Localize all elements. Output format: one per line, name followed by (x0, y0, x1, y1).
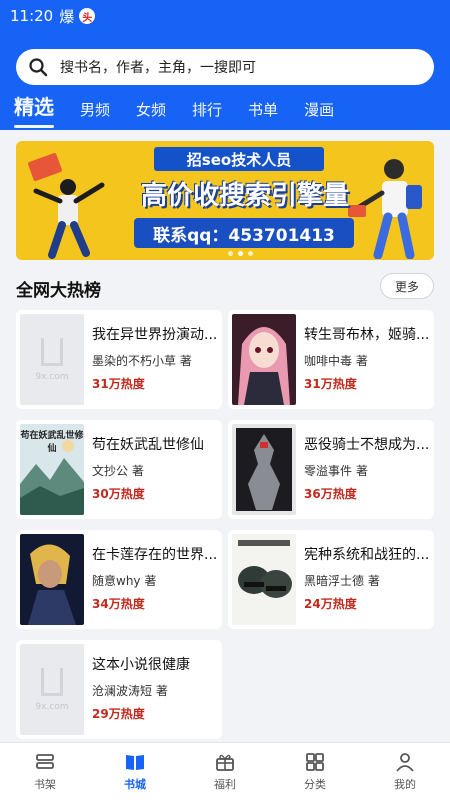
bottom-nav: 书架 书城 福利 分类 我的 (0, 742, 450, 800)
section-title: 全网大热榜 (16, 281, 101, 301)
book-heat: 36万热度 (304, 487, 357, 501)
cover-label: 9x.com (35, 701, 69, 712)
book-card[interactable]: 在卡莲存在的世界... 随意why 著 34万热度 (16, 530, 222, 629)
book-author: 文抄公 著 (92, 464, 144, 478)
nav-label: 书架 (34, 778, 56, 791)
book-title: 宪种系统和战狂的... (304, 547, 430, 563)
nav-welfare[interactable]: 福利 (180, 743, 270, 800)
book-heat: 24万热度 (304, 597, 357, 611)
cover-title: 苟在妖武乱世修仙 (20, 431, 84, 454)
grid-icon (306, 753, 324, 771)
banner-headline: 高价收搜索引擎量 (140, 181, 349, 211)
nav-label: 书城 (124, 778, 146, 791)
book-title: 我在异世界扮演动... (92, 327, 218, 343)
nav-category[interactable]: 分类 (270, 743, 360, 800)
book-heat: 31万热度 (304, 377, 357, 391)
book-author: 咖啡中毒 著 (304, 354, 368, 368)
header: 11:20 爆 头 搜书名，作者，主角，一搜即可 精选 男频 女频 排行 书单 … (0, 0, 450, 130)
book-heat: 31万热度 (92, 377, 145, 391)
notification-icon: 头 (79, 8, 96, 24)
banner-dot[interactable] (238, 251, 243, 256)
book-open-icon (126, 755, 144, 770)
nav-bookstore[interactable]: 书城 (90, 743, 180, 800)
tab-booklist[interactable]: 书单 (248, 99, 278, 124)
book-card[interactable]: 9x.com 这本小说很健康 沧澜波涛短 著 29万热度 (16, 640, 222, 739)
book-cover (232, 314, 296, 405)
book-heat: 34万热度 (92, 597, 145, 611)
placeholder-book-icon (41, 667, 63, 696)
book-cover (20, 534, 84, 625)
banner-dot[interactable] (248, 251, 253, 256)
book-title: 这本小说很健康 (92, 657, 190, 673)
search-input[interactable]: 搜书名，作者，主角，一搜即可 (60, 57, 256, 77)
book-cover: 9x.com (20, 644, 84, 735)
bookshelf-icon (36, 754, 54, 769)
banner-contact: 联系qq：453701413 (134, 218, 354, 248)
book-card[interactable]: 9x.com 我在异世界扮演动... 墨染的不朽小草 著 31万热度 (16, 310, 222, 409)
book-author: 墨染的不朽小草 著 (92, 354, 192, 368)
book-cover (232, 534, 296, 625)
book-title: 恶役骑士不想成为... (304, 437, 430, 453)
book-title: 在卡莲存在的世界... (92, 547, 218, 563)
book-cover (232, 424, 296, 515)
category-tabs: 精选 男频 女频 排行 书单 漫画 (14, 95, 360, 128)
tab-female[interactable]: 女频 (136, 99, 166, 124)
helmets-cover (232, 534, 296, 625)
person-icon (396, 753, 414, 772)
book-heat: 30万热度 (92, 487, 145, 501)
book-card[interactable]: 宪种系统和战狂的... 黑暗浮士德 著 24万热度 (228, 530, 434, 629)
book-title: 转生哥布林，姬骑... (304, 327, 430, 343)
search-icon (29, 58, 48, 77)
cover-label: 9x.com (35, 371, 69, 382)
dark-character-cover (20, 534, 84, 625)
search-bar[interactable]: 搜书名，作者，主角，一搜即可 (16, 49, 434, 85)
status-badge: 爆 (59, 7, 75, 26)
status-time: 11:20 (10, 7, 54, 25)
book-card[interactable]: 转生哥布林，姬骑... 咖啡中毒 著 31万热度 (228, 310, 434, 409)
hot-list-section: 全网大热榜 更多 9x.com 我在异世界扮演动... 墨染的不朽小草 著 31… (0, 264, 450, 742)
promo-banner[interactable]: 招seo技术人员 高价收搜索引擎量 联系qq：453701413 (16, 141, 434, 260)
book-title: 苟在妖武乱世修仙 (92, 437, 204, 453)
banner-pagination (228, 251, 253, 256)
book-cover: 苟在妖武乱世修仙 (20, 424, 84, 515)
book-card[interactable]: 恶役骑士不想成为... 零溢事件 著 36万热度 (228, 420, 434, 519)
banner-title: 招seo技术人员 (154, 147, 324, 171)
book-author: 黑暗浮士德 著 (304, 574, 380, 588)
book-cover: 9x.com (20, 314, 84, 405)
nav-label: 我的 (394, 778, 416, 791)
banner-runner-illustration (28, 153, 105, 259)
gift-icon (216, 754, 234, 771)
nav-bookshelf[interactable]: 书架 (0, 743, 90, 800)
anime-girl-cover (232, 314, 296, 405)
book-author: 零溢事件 著 (304, 464, 368, 478)
book-card[interactable]: 苟在妖武乱世修仙 苟在妖武乱世修仙 文抄公 著 30万热度 (16, 420, 222, 519)
nav-profile[interactable]: 我的 (360, 743, 450, 800)
placeholder-book-icon (41, 337, 63, 366)
tab-comics[interactable]: 漫画 (304, 99, 334, 124)
book-heat: 29万热度 (92, 707, 145, 721)
status-bar: 11:20 爆 头 (10, 6, 96, 26)
tab-featured[interactable]: 精选 (14, 91, 54, 128)
banner-dot[interactable] (228, 251, 233, 256)
book-author: 沧澜波涛短 著 (92, 684, 168, 698)
nav-label: 分类 (304, 778, 326, 791)
tab-male[interactable]: 男频 (80, 99, 110, 124)
nav-label: 福利 (214, 778, 236, 791)
mecha-cover (232, 424, 296, 515)
more-button[interactable]: 更多 (380, 273, 434, 299)
book-author: 随意why 著 (92, 574, 157, 588)
tab-ranking[interactable]: 排行 (192, 99, 222, 124)
